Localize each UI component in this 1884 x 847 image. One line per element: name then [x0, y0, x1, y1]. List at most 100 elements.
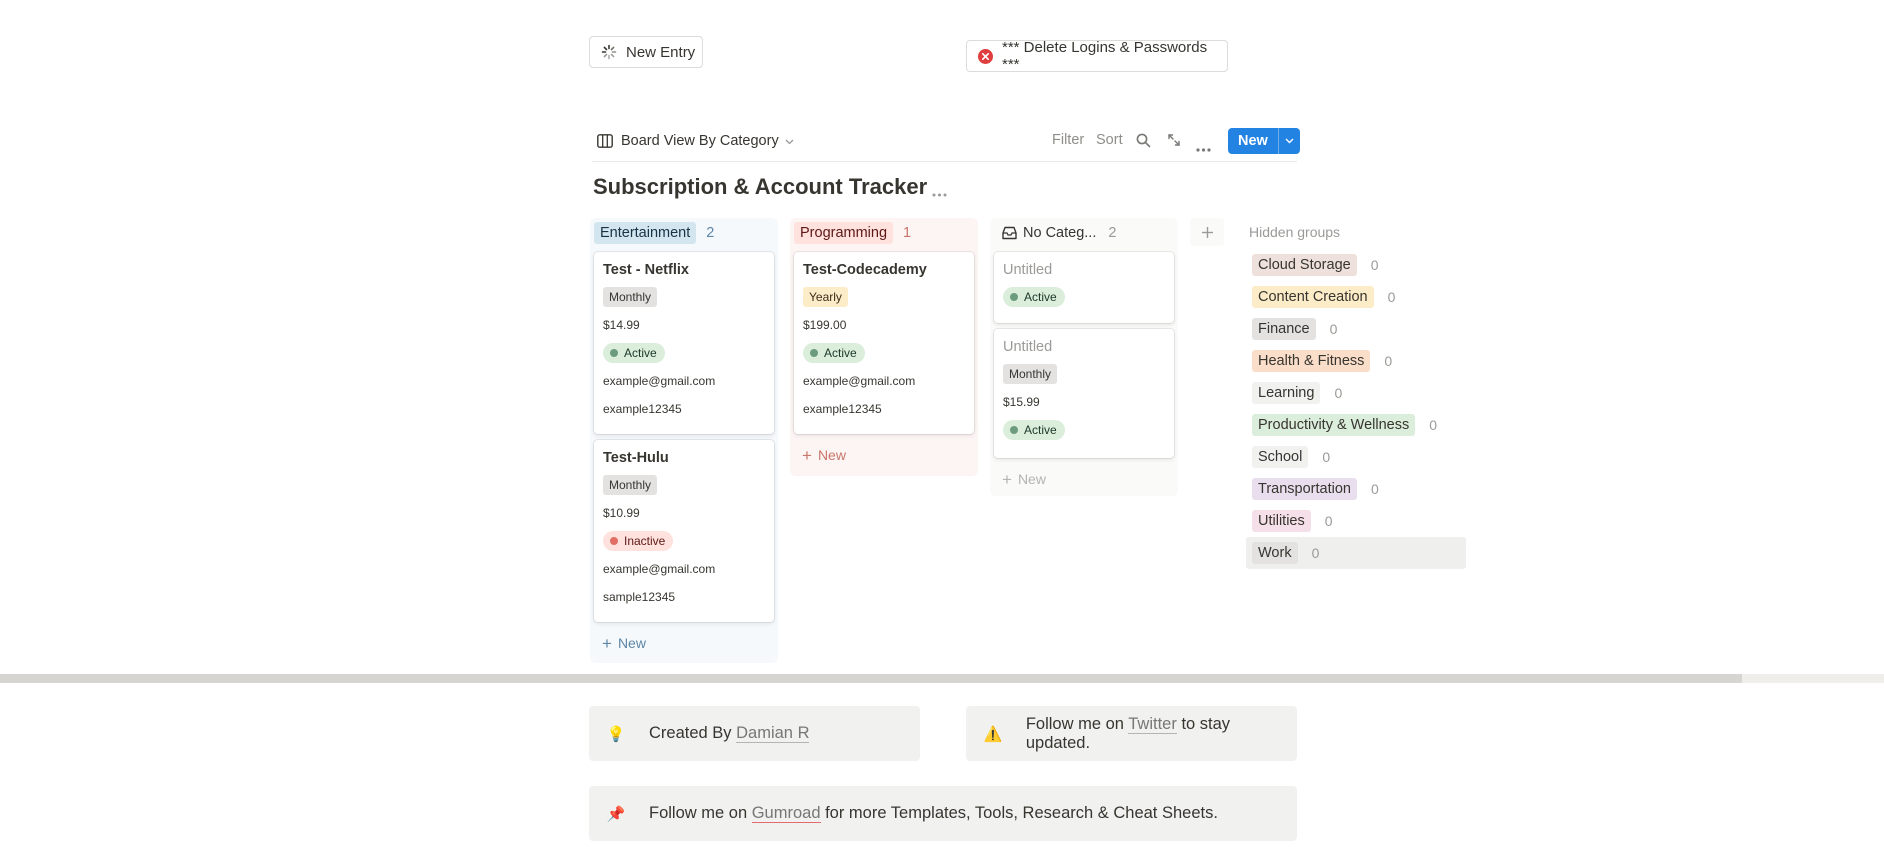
view-selector[interactable]: Board View By Category [597, 131, 794, 151]
card-title: Test - Netflix [603, 262, 689, 278]
status-dot [1010, 293, 1018, 301]
column-header[interactable]: Programming 1 [794, 222, 974, 244]
password-value: example12345 [603, 402, 682, 416]
new-button[interactable]: New [1228, 128, 1300, 154]
status-label: Active [1024, 290, 1057, 304]
hidden-groups-list: Cloud Storage 0 Content Creation 0 Finance… [1246, 249, 1466, 569]
hidden-group-content-creation[interactable]: Content Creation 0 [1246, 281, 1466, 313]
plus-icon [1201, 226, 1214, 239]
error-circle-icon [978, 48, 993, 64]
password-value: example12345 [803, 402, 882, 416]
price-value: $14.99 [603, 318, 640, 332]
group-count: 0 [1370, 481, 1379, 497]
more-icon[interactable] [1196, 139, 1211, 152]
group-label: Work [1252, 542, 1298, 564]
group-count: 0 [1384, 353, 1393, 369]
hidden-group-health-fitness[interactable]: Health & Fitness 0 [1246, 345, 1466, 377]
group-count: 0 [1387, 289, 1396, 305]
group-label: Learning [1252, 382, 1321, 404]
hidden-group-work[interactable]: Work 0 [1246, 537, 1466, 569]
email-value: example@gmail.com [603, 562, 716, 576]
email-value: example@gmail.com [803, 374, 916, 388]
status-dot [610, 537, 618, 545]
board-card[interactable]: Test - Netflix Monthly $14.99 Active exa… [594, 252, 774, 434]
group-label: Entertainment [594, 222, 697, 244]
board-card[interactable]: Untitled Monthly $15.99 Active [994, 329, 1174, 458]
billing-tag: Monthly [1003, 364, 1058, 384]
board-column-programming: Programming 1 Test-Codecademy Yearly $19… [790, 218, 978, 476]
status-dot [1010, 426, 1018, 434]
author-link[interactable]: Damian R [736, 724, 810, 743]
gumroad-link[interactable]: Gumroad [751, 804, 821, 823]
board-card[interactable]: Test-Codecademy Yearly $199.00 Active ex… [794, 252, 974, 434]
add-card-button[interactable]: + New [794, 440, 974, 470]
hidden-group-school[interactable]: School 0 [1246, 441, 1466, 473]
column-header[interactable]: Entertainment 2 [594, 222, 774, 244]
password-value: sample12345 [603, 590, 676, 604]
group-label: Cloud Storage [1252, 254, 1357, 276]
status-badge: Inactive [603, 531, 674, 551]
status-label: Active [1024, 423, 1057, 437]
group-count: 2 [706, 225, 715, 241]
hidden-group-cloud-storage[interactable]: Cloud Storage 0 [1246, 249, 1466, 281]
page-title: Subscription & Account Tracker [593, 174, 928, 199]
plus-icon: + [1002, 469, 1012, 489]
gumroad-suffix: for more Templates, Tools, Research & Ch… [820, 804, 1218, 822]
search-icon[interactable] [1136, 133, 1151, 148]
new-entry-button[interactable]: New Entry [589, 36, 703, 68]
group-count: 1 [903, 225, 912, 241]
group-count: 0 [1324, 513, 1333, 529]
status-badge: Active [1003, 420, 1065, 440]
price-value: $199.00 [803, 318, 847, 332]
spinner-icon [601, 44, 617, 60]
group-label: Productivity & Wellness [1252, 414, 1416, 436]
delete-logins-label: *** Delete Logins & Passwords *** [1002, 39, 1208, 73]
board-card[interactable]: Untitled Active [994, 252, 1174, 323]
gumroad-prefix: Follow me on [649, 804, 752, 822]
status-badge: Active [603, 343, 665, 363]
group-label: Health & Fitness [1252, 350, 1371, 372]
new-entry-label: New Entry [626, 43, 696, 61]
horizontal-scrollbar[interactable] [0, 674, 1884, 683]
filter-button[interactable]: Filter [1052, 132, 1084, 148]
group-label: Utilities [1252, 510, 1311, 532]
new-button-label[interactable]: New [1228, 128, 1278, 154]
status-label: Active [624, 346, 657, 360]
pushpin-icon: 📌 [606, 805, 626, 823]
hidden-group-utilities[interactable]: Utilities 0 [1246, 505, 1466, 537]
scrollbar-thumb[interactable] [0, 674, 1742, 683]
hidden-group-finance[interactable]: Finance 0 [1246, 313, 1466, 345]
gumroad-callout: 📌 Follow me on Gumroad for more Template… [589, 786, 1297, 841]
column-header[interactable]: No Categ... 2 [994, 222, 1174, 244]
sort-button[interactable]: Sort [1096, 132, 1123, 148]
created-by-callout: 💡 Created By Damian R [589, 706, 920, 761]
add-group-button[interactable] [1190, 218, 1224, 246]
hidden-group-learning[interactable]: Learning 0 [1246, 377, 1466, 409]
status-dot [810, 349, 818, 357]
group-count: 0 [1429, 417, 1438, 433]
hidden-groups-label: Hidden groups [1249, 224, 1341, 240]
view-label: Board View By Category [621, 133, 779, 149]
hidden-group-productivity-wellness[interactable]: Productivity & Wellness 0 [1246, 409, 1466, 441]
plus-icon: + [802, 445, 812, 465]
group-count: 0 [1329, 321, 1338, 337]
add-card-button[interactable]: + New [594, 628, 774, 658]
lightbulb-icon: 💡 [606, 725, 626, 743]
hidden-group-transportation[interactable]: Transportation 0 [1246, 473, 1466, 505]
delete-logins-button[interactable]: *** Delete Logins & Passwords *** [966, 39, 1228, 73]
status-badge: Active [803, 343, 865, 363]
add-card-button[interactable]: + New [994, 464, 1174, 494]
more-icon[interactable] [932, 184, 947, 197]
price-value: $15.99 [1003, 395, 1040, 409]
created-prefix: Created By [649, 724, 737, 742]
expand-icon[interactable] [1167, 133, 1181, 147]
billing-tag: Monthly [603, 287, 658, 307]
warning-icon: ⚠️ [983, 725, 1003, 743]
status-label: Active [824, 346, 857, 360]
add-card-label: New [617, 635, 646, 651]
callout-text: Created By Damian R [649, 724, 810, 743]
board-card[interactable]: Test-Hulu Monthly $10.99 Inactive exampl… [594, 440, 774, 622]
chevron-down-icon[interactable] [1277, 128, 1300, 154]
group-label: Content Creation [1252, 286, 1374, 308]
twitter-link[interactable]: Twitter [1128, 714, 1177, 734]
